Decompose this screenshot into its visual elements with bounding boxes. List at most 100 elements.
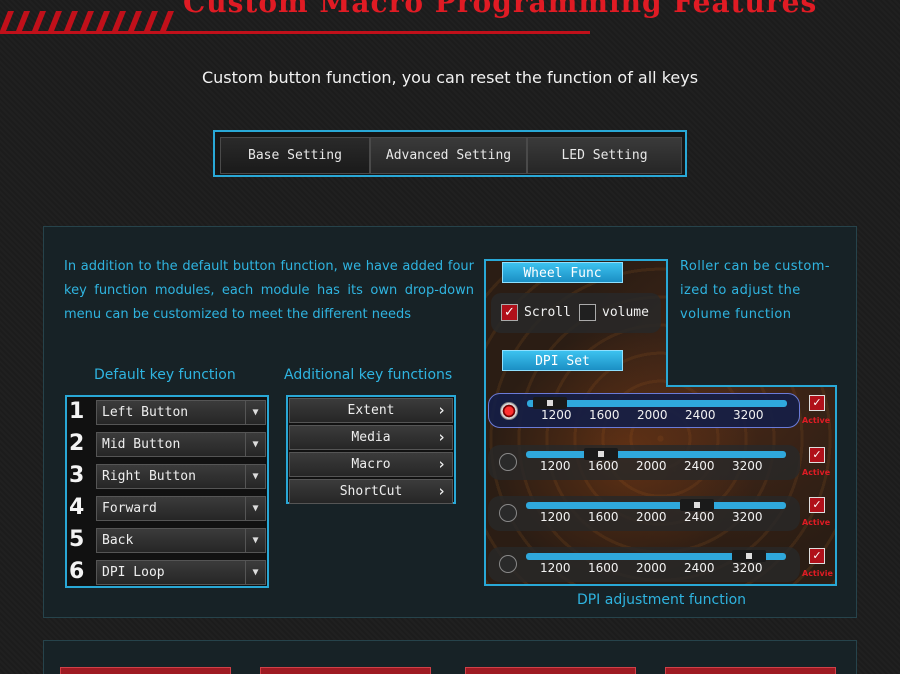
dpi-tick: 1600: [588, 561, 619, 575]
dpi-tick-labels: 1200 1600 2000 2400 3200: [540, 459, 780, 473]
menu-item-label: Macro: [351, 457, 391, 472]
scroll-checkbox[interactable]: ✓: [501, 304, 518, 321]
lower-tab[interactable]: [260, 667, 431, 674]
key-number: 6: [69, 559, 85, 584]
additional-keys-heading: Additional key functions: [284, 367, 453, 383]
dpi-set-title: DPI Set: [502, 350, 623, 371]
tab-bar: Base Setting Advanced Setting LED Settin…: [213, 130, 687, 177]
active-label: Active: [802, 518, 831, 527]
dpi-tick: 3200: [732, 459, 763, 473]
key-dropdown-label: Back: [102, 533, 134, 548]
lower-tab[interactable]: [665, 667, 836, 674]
page-title: Custom Macro Programming Features: [183, 0, 818, 19]
intro-text: In addition to the default button functi…: [64, 259, 474, 322]
tab-base-setting[interactable]: Base Setting: [220, 137, 370, 174]
wheel-options: ✓ Scroll volume: [491, 293, 661, 333]
active-label: Active: [802, 416, 831, 425]
dpi-radio-2[interactable]: [499, 453, 517, 471]
frame-divider: [666, 259, 668, 387]
dpi-tick: 2400: [684, 510, 715, 524]
chevron-right-icon: ›: [436, 482, 446, 500]
dpi-tick: 1600: [589, 408, 620, 422]
chevron-down-icon: ▼: [245, 561, 265, 584]
key-dropdown-5[interactable]: Back ▼: [96, 528, 266, 553]
stripes-decoration: [0, 11, 174, 31]
key-row: 3 Right Button ▼: [67, 462, 267, 490]
menu-item-label: Extent: [347, 403, 395, 418]
key-dropdown-3[interactable]: Right Button ▼: [96, 464, 266, 489]
dpi-tick: 2000: [637, 408, 668, 422]
dpi-row-2: 1200 1600 2000 2400 3200: [488, 445, 800, 480]
key-dropdown-label: Left Button: [102, 405, 189, 420]
chevron-down-icon: ▼: [245, 433, 265, 456]
key-dropdown-label: DPI Loop: [102, 565, 165, 580]
dpi-tick: 1200: [540, 510, 571, 524]
dpi-radio-3[interactable]: [499, 504, 517, 522]
dpi-radio-4[interactable]: [499, 555, 517, 573]
additional-key-list: Extent › Media › Macro › ShortCut ›: [286, 395, 456, 504]
dpi-slider-4[interactable]: [526, 550, 786, 562]
active-checkbox-4[interactable]: ✓: [809, 548, 825, 564]
scroll-label: Scroll: [524, 305, 571, 320]
tab-led-setting[interactable]: LED Setting: [527, 137, 682, 174]
key-number: 3: [69, 463, 85, 488]
menu-item-media[interactable]: Media ›: [289, 425, 453, 450]
wheel-func-title: Wheel Func: [502, 262, 623, 283]
key-dropdown-6[interactable]: DPI Loop ▼: [96, 560, 266, 585]
dpi-radio-1[interactable]: [500, 402, 518, 420]
key-row: 1 Left Button ▼: [67, 398, 267, 426]
dpi-tick: 1600: [588, 510, 619, 524]
dpi-tick: 1200: [540, 561, 571, 575]
tab-advanced-setting[interactable]: Advanced Setting: [370, 137, 527, 174]
key-dropdown-1[interactable]: Left Button ▼: [96, 400, 266, 425]
header-underline: [0, 31, 590, 34]
key-row: 4 Forward ▼: [67, 494, 267, 522]
dpi-row-1: 1200 1600 2000 2400 3200: [488, 393, 800, 428]
key-dropdown-label: Right Button: [102, 469, 196, 484]
active-checkbox-1[interactable]: ✓: [809, 395, 825, 411]
chevron-right-icon: ›: [436, 428, 446, 446]
chevron-down-icon: ▼: [245, 465, 265, 488]
key-number: 2: [69, 431, 85, 456]
volume-checkbox[interactable]: [579, 304, 596, 321]
roller-description: Roller can be custom-ized to adjust the …: [680, 259, 830, 322]
menu-item-shortcut[interactable]: ShortCut ›: [289, 479, 453, 504]
volume-label: volume: [602, 305, 649, 320]
chevron-right-icon: ›: [436, 455, 446, 473]
dpi-slider-2[interactable]: [526, 448, 786, 460]
key-dropdown-4[interactable]: Forward ▼: [96, 496, 266, 521]
dpi-tick: 3200: [733, 408, 764, 422]
key-dropdown-2[interactable]: Mid Button ▼: [96, 432, 266, 457]
dpi-row-4: 1200 1600 2000 2400 3200: [488, 547, 800, 582]
key-number: 1: [69, 399, 85, 424]
dpi-slider-1[interactable]: [527, 397, 787, 409]
default-key-list: 1 Left Button ▼ 2 Mid Button ▼ 3 Right But…: [65, 395, 269, 588]
dpi-tick: 2000: [636, 459, 667, 473]
dpi-slider-3[interactable]: [526, 499, 786, 511]
dpi-tick: 1600: [588, 459, 619, 473]
menu-item-macro[interactable]: Macro ›: [289, 452, 453, 477]
menu-item-label: Media: [351, 430, 391, 445]
chevron-down-icon: ▼: [245, 401, 265, 424]
chevron-right-icon: ›: [436, 401, 446, 419]
active-checkbox-2[interactable]: ✓: [809, 447, 825, 463]
dpi-tick: 3200: [732, 561, 763, 575]
chevron-down-icon: ▼: [245, 529, 265, 552]
dpi-tick: 2400: [684, 459, 715, 473]
dpi-tick: 2000: [636, 510, 667, 524]
dpi-tick: 2000: [636, 561, 667, 575]
menu-item-label: ShortCut: [339, 484, 403, 499]
key-row: 6 DPI Loop ▼: [67, 558, 267, 586]
key-number: 5: [69, 527, 85, 552]
lower-tab[interactable]: [60, 667, 231, 674]
lower-tab[interactable]: [465, 667, 636, 674]
chevron-down-icon: ▼: [245, 497, 265, 520]
key-dropdown-label: Mid Button: [102, 437, 181, 452]
dpi-tick: 2400: [684, 561, 715, 575]
dpi-tick: 2400: [685, 408, 716, 422]
dpi-tick-labels: 1200 1600 2000 2400 3200: [540, 561, 780, 575]
dpi-row-3: 1200 1600 2000 2400 3200: [488, 496, 800, 531]
menu-item-extent[interactable]: Extent ›: [289, 398, 453, 423]
key-row: 5 Back ▼: [67, 526, 267, 554]
active-checkbox-3[interactable]: ✓: [809, 497, 825, 513]
